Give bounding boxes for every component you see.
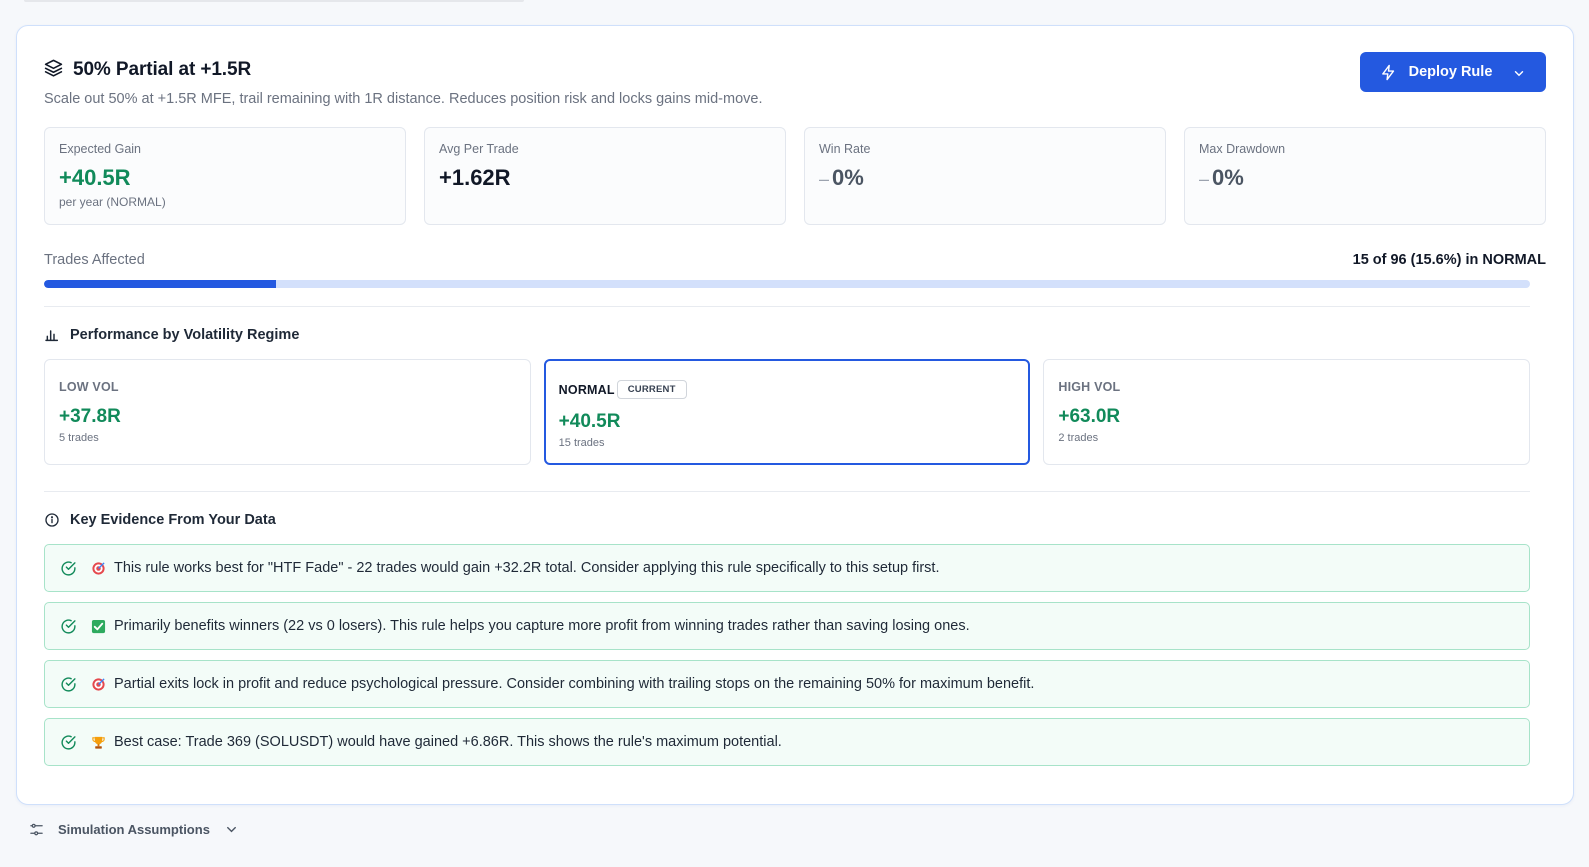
regime-card-low-vol[interactable]: LOW VOL +37.8R 5 trades (44, 359, 531, 465)
check-circle-icon (60, 676, 77, 693)
evidence-section-heading: Key Evidence From Your Data (44, 512, 276, 528)
progress-fill (44, 280, 276, 288)
stat-value: +40.5R (59, 165, 131, 190)
rule-title: 50% Partial at +1.5R (73, 59, 252, 80)
evidence-text: Partial exits lock in profit and reduce … (114, 676, 1035, 692)
evidence-item: Primarily benefits winners (22 vs 0 lose… (44, 602, 1530, 650)
stat-label: Max Drawdown (1199, 142, 1286, 156)
target-icon (91, 677, 106, 692)
target-icon (91, 561, 106, 576)
stat-label: Expected Gain (59, 142, 141, 156)
regime-trades: 5 trades (59, 432, 99, 444)
trades-affected-count: 15 of 96 (15.6%) in NORMAL (1352, 252, 1546, 268)
chevron-down-icon (224, 822, 239, 837)
sliders-icon (29, 822, 44, 837)
trophy-icon (91, 735, 106, 750)
neutral-dash-icon: – (1199, 169, 1210, 189)
lightning-icon (1380, 64, 1397, 81)
stat-value: 0% (832, 165, 864, 190)
stat-label: Avg Per Trade (439, 142, 519, 156)
evidence-item: This rule works best for "HTF Fade" - 22… (44, 544, 1530, 592)
divider (44, 491, 1530, 492)
regime-name: HIGH VOL (1058, 380, 1121, 394)
previous-card-edge (24, 0, 524, 2)
current-badge: CURRENT (616, 380, 687, 399)
neutral-dash-icon: – (819, 169, 830, 189)
rule-card: 50% Partial at +1.5R Scale out 50% at +1… (16, 25, 1574, 805)
rule-description: Scale out 50% at +1.5R MFE, trail remain… (44, 91, 763, 107)
bar-chart-icon (44, 327, 60, 343)
check-circle-icon (60, 618, 77, 635)
deploy-rule-button[interactable]: Deploy Rule (1360, 52, 1546, 92)
regime-card-high-vol[interactable]: HIGH VOL +63.0R 2 trades (1043, 359, 1531, 465)
regime-section-heading: Performance by Volatility Regime (44, 327, 299, 343)
stats-row: Expected Gain +40.5R per year (NORMAL) A… (44, 127, 1546, 225)
evidence-item: Best case: Trade 369 (SOLUSDT) would hav… (44, 718, 1530, 766)
evidence-text: Best case: Trade 369 (SOLUSDT) would hav… (114, 734, 782, 750)
trades-affected-progress (44, 280, 1530, 288)
regime-name: NORMAL (558, 382, 615, 397)
deploy-rule-label: Deploy Rule (1408, 64, 1493, 80)
rule-header: 50% Partial at +1.5R (44, 58, 251, 82)
stat-value: 0% (1212, 165, 1244, 190)
layers-icon (44, 58, 63, 82)
regime-trades: 2 trades (1058, 432, 1099, 444)
stat-max-drawdown: Max Drawdown –0% (1184, 127, 1546, 225)
info-icon (44, 512, 60, 528)
evidence-item: Partial exits lock in profit and reduce … (44, 660, 1530, 708)
chevron-down-icon[interactable] (1512, 65, 1526, 79)
divider (44, 306, 1530, 307)
check-mark-icon (91, 619, 106, 634)
regime-heading-text: Performance by Volatility Regime (70, 327, 300, 343)
stat-expected-gain: Expected Gain +40.5R per year (NORMAL) (44, 127, 406, 225)
check-circle-icon (60, 734, 77, 751)
regime-card-normal[interactable]: NORMAL CURRENT +40.5R 15 trades (543, 359, 1031, 465)
stat-value: +1.62R (439, 165, 511, 190)
evidence-list: This rule works best for "HTF Fade" - 22… (44, 544, 1530, 776)
simulation-assumptions-toggle[interactable]: Simulation Assumptions (29, 822, 239, 837)
evidence-text: This rule works best for "HTF Fade" - 22… (114, 560, 940, 576)
stat-label: Win Rate (819, 142, 871, 156)
stat-win-rate: Win Rate –0% (804, 127, 1166, 225)
trades-affected-label: Trades Affected (44, 252, 145, 268)
regime-value: +63.0R (1058, 406, 1121, 427)
stat-avg-per-trade: Avg Per Trade +1.62R (424, 127, 786, 225)
stat-subtext: per year (NORMAL) (59, 195, 166, 209)
evidence-text: Primarily benefits winners (22 vs 0 lose… (114, 618, 970, 634)
check-circle-icon (60, 560, 77, 577)
simulation-assumptions-label: Simulation Assumptions (58, 822, 210, 837)
evidence-heading-text: Key Evidence From Your Data (70, 512, 276, 528)
regime-value: +40.5R (558, 411, 621, 432)
regime-cards: LOW VOL +37.8R 5 trades NORMAL CURRENT +… (44, 359, 1531, 465)
regime-trades: 15 trades (558, 437, 605, 449)
regime-name: LOW VOL (59, 380, 119, 394)
regime-value: +37.8R (59, 406, 121, 427)
